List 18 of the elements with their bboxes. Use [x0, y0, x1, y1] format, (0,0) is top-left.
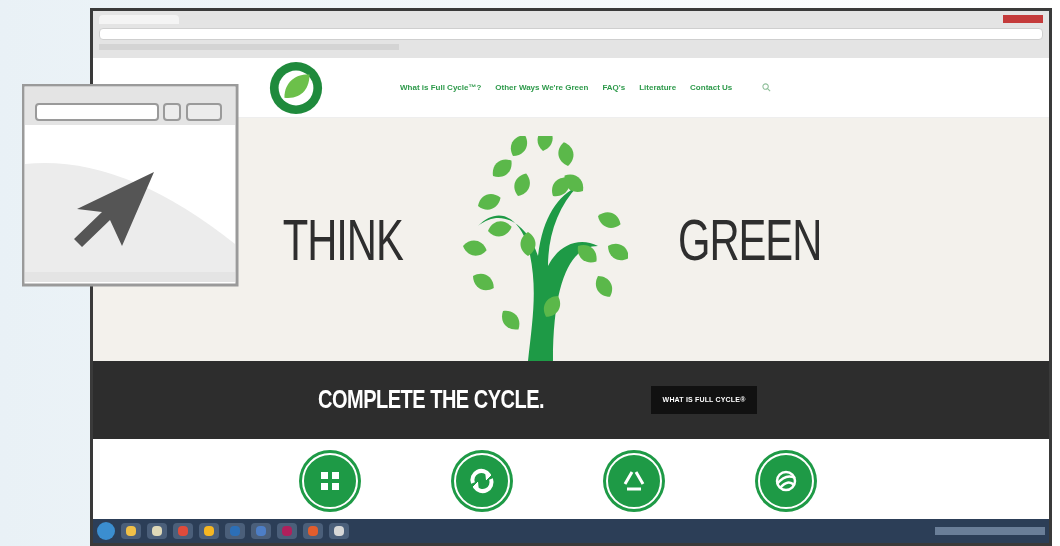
taskbar-app-icon[interactable] [329, 523, 349, 539]
banner-headline: COMPLETE THE CYCLE. [318, 384, 545, 416]
feature-icon[interactable] [754, 449, 818, 513]
feature-icon[interactable] [602, 449, 666, 513]
taskbar-app-icon[interactable] [121, 523, 141, 539]
nav-link[interactable]: What is Full Cycle™? [400, 81, 482, 94]
feature-icon[interactable] [450, 449, 514, 513]
start-button[interactable] [97, 522, 115, 540]
nav-link[interactable]: FAQ's [602, 81, 626, 94]
search-icon[interactable] [762, 83, 772, 92]
taskbar-app-icon[interactable] [147, 523, 167, 539]
hero-word: GREEN [678, 206, 822, 274]
nav-link[interactable]: Literature [639, 81, 677, 94]
feature-icon[interactable] [298, 449, 362, 513]
nav-link[interactable]: Contact Us [690, 81, 733, 94]
hero-word: THINK [282, 206, 403, 274]
taskbar-app-icon[interactable] [199, 523, 219, 539]
nav-link[interactable]: Other Ways We're Green [495, 81, 589, 94]
